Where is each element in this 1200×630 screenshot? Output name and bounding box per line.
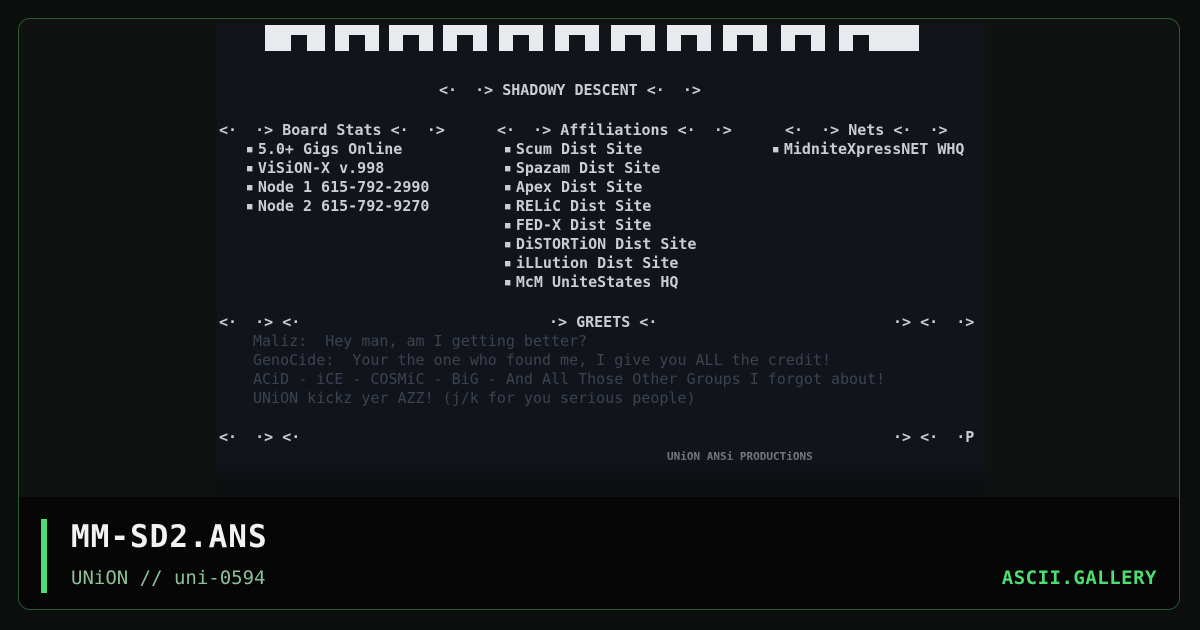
greets-line: UNiON kickz yer AZZ! (j/k for you seriou…	[253, 389, 696, 407]
affiliation-item: Scum Dist Site	[505, 140, 642, 160]
board-stat-item: Node 2 615-792-9270	[247, 197, 430, 217]
affiliations-heading: <· ·> Affiliations <· ·>	[497, 121, 732, 139]
affiliation-item: RELiC Dist Site	[505, 197, 651, 217]
greets-line: Maliz: Hey man, am I getting better?	[253, 332, 588, 350]
affiliation-item: McM UniteStates HQ	[505, 273, 679, 293]
preview-card: <· ·> SHADOWY DESCENT <· ·> <· ·> Board …	[18, 18, 1180, 610]
greets-heading: ·> GREETS <·	[549, 313, 658, 331]
brand-label[interactable]: ASCII.GALLERY	[1002, 567, 1157, 589]
net-item: MidniteXpressNET WHQ	[773, 140, 965, 160]
ansi-header: <· ·> SHADOWY DESCENT <· ·>	[439, 81, 701, 99]
greets-heading-left: <· ·> <·	[219, 313, 301, 331]
greets-line: GenoCide: Your the one who found me, I g…	[253, 351, 831, 369]
logo-notch	[625, 35, 641, 53]
accent-bar	[41, 519, 47, 593]
affiliation-item: Apex Dist Site	[505, 178, 642, 198]
logo-notch	[513, 35, 529, 53]
bottom-divider-left: <· ·> <·	[219, 428, 301, 446]
logo-notch	[569, 35, 585, 53]
ansi-art-viewer[interactable]: <· ·> SHADOWY DESCENT <· ·> <· ·> Board …	[217, 25, 985, 503]
bottom-fade	[217, 455, 985, 503]
board-stats-heading: <· ·> Board Stats <· ·>	[219, 121, 445, 139]
greets-line: ACiD - iCE - COSMiC - BiG - And All Thos…	[253, 370, 886, 388]
logo-notch	[291, 35, 307, 53]
logo-notch	[737, 35, 753, 53]
affiliation-item: FED-X Dist Site	[505, 216, 651, 236]
logo-notch	[795, 35, 811, 53]
logo-block	[839, 25, 919, 51]
affiliation-item: iLLution Dist Site	[505, 254, 679, 274]
logo-notch	[681, 35, 697, 53]
board-stat-item: ViSiON-X v.998	[247, 159, 384, 179]
logo-notch	[403, 35, 419, 53]
greets-heading-right: ·> <· ·>	[893, 313, 975, 331]
file-title: MM-SD2.ANS	[71, 519, 268, 555]
footer-bar: MM-SD2.ANS UNiON // uni-0594 ASCII.GALLE…	[19, 497, 1179, 609]
affiliation-item: DiSTORTiON Dist Site	[505, 235, 697, 255]
bottom-divider-right: ·> <· ·P	[893, 428, 975, 446]
file-meta: UNiON // uni-0594	[71, 567, 266, 589]
board-stat-item: 5.0+ Gigs Online	[247, 140, 403, 160]
logo-notch	[853, 35, 869, 53]
nets-heading: <· ·> Nets <· ·>	[785, 121, 948, 139]
logo-notch	[349, 35, 365, 53]
logo-notch	[457, 35, 473, 53]
board-stat-item: Node 1 615-792-2990	[247, 178, 430, 198]
affiliation-item: Spazam Dist Site	[505, 159, 661, 179]
